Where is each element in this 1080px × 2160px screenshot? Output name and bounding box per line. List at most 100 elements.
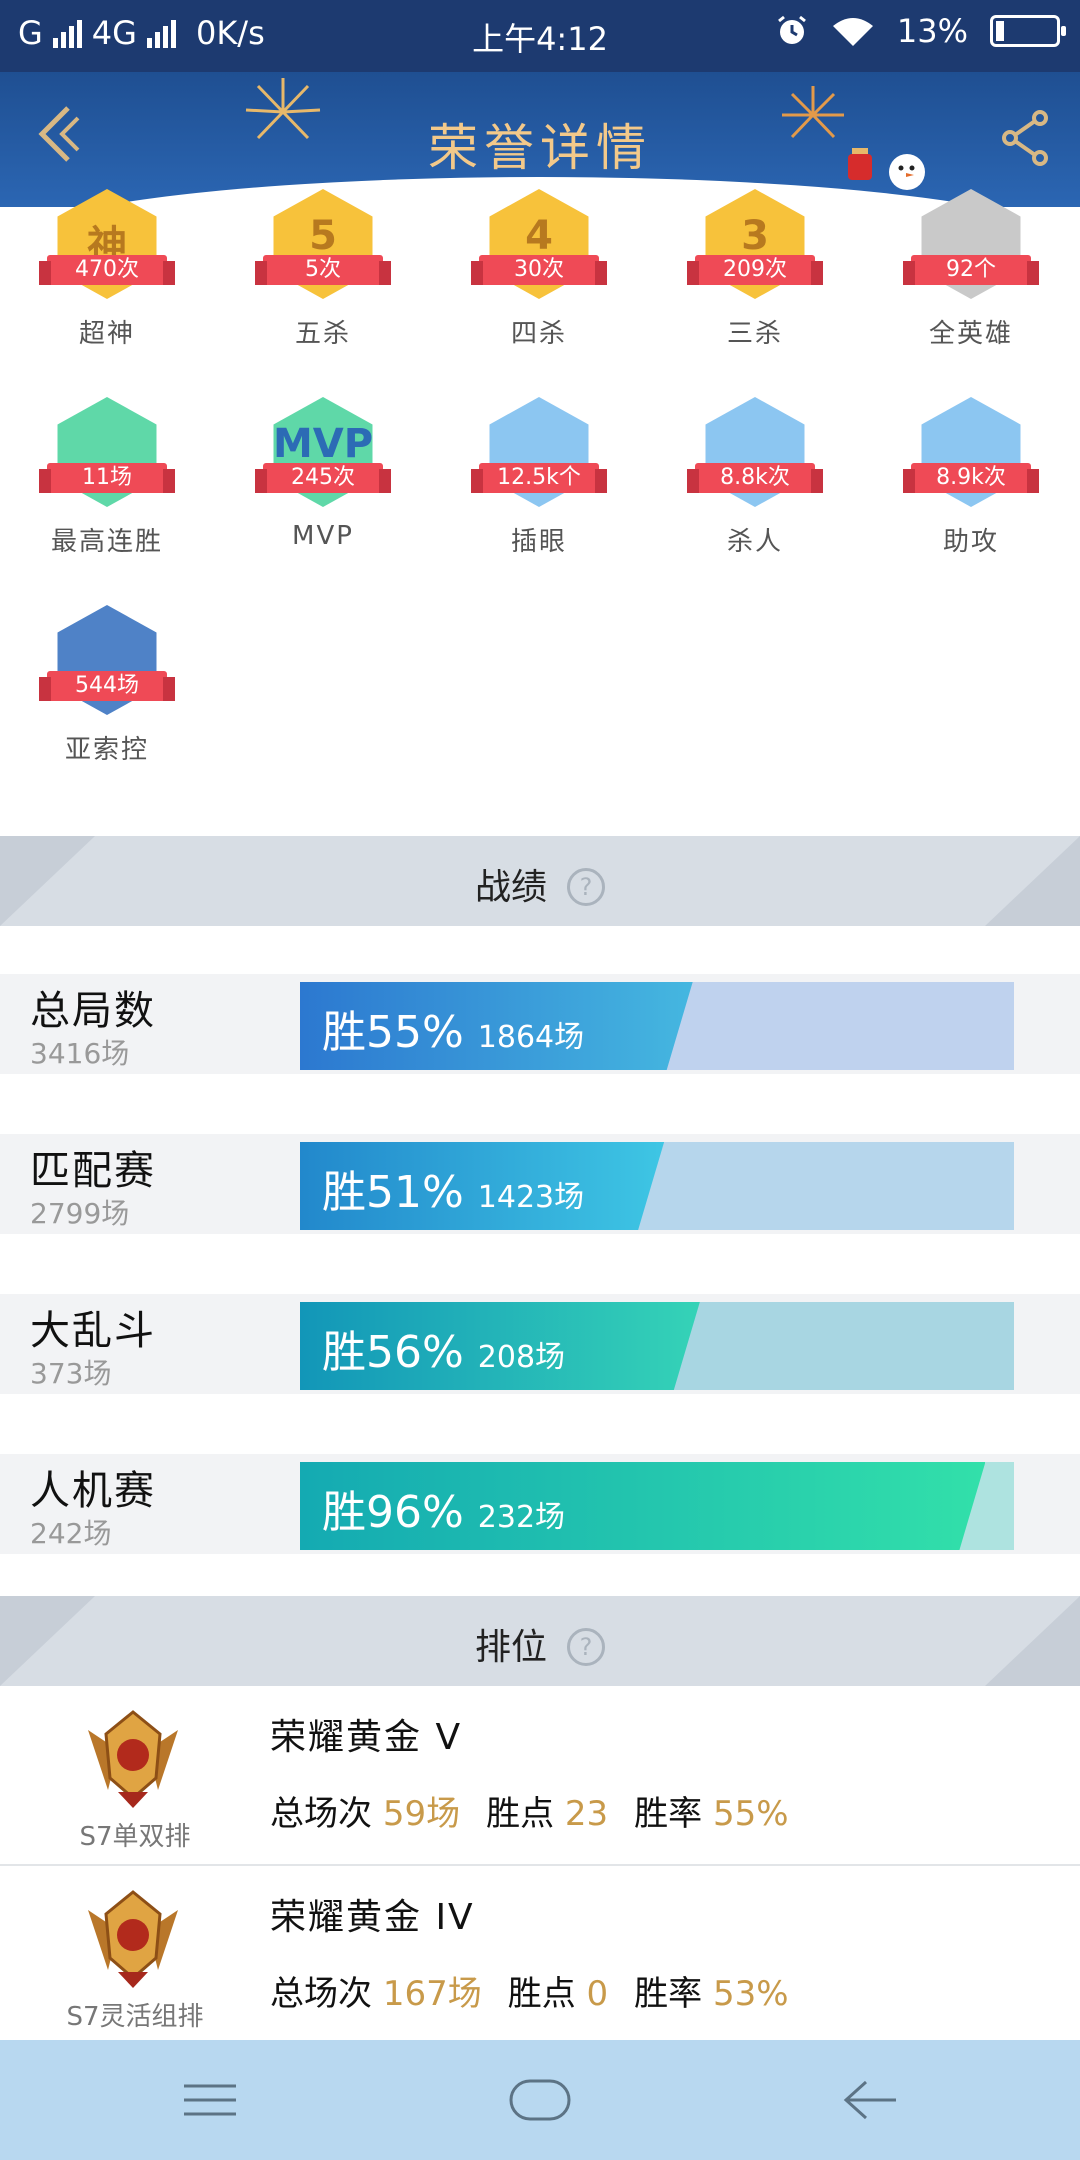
points-value: 0: [586, 1974, 609, 2014]
rank-tier: 荣耀黄金 V: [270, 1717, 463, 1758]
honor-item[interactable]: 5 5次五杀: [238, 189, 408, 350]
help-icon[interactable]: ?: [567, 868, 605, 906]
honor-count: 12.5k个: [471, 463, 607, 493]
rank-section-header: 排位?: [0, 1596, 1080, 1686]
win-rate: 胜55%: [322, 1007, 464, 1058]
honor-label: 五杀: [294, 319, 351, 349]
snowman-decoration: [889, 154, 925, 190]
status-bar: G 4G 0K/s 上午4:12 13%: [0, 0, 1080, 72]
honor-label: MVP: [292, 521, 354, 551]
record-total: 2799场: [30, 1197, 130, 1230]
honor-count: 92个: [903, 255, 1039, 285]
honor-item[interactable]: 4 30次四杀: [454, 189, 624, 350]
win-rate: 胜96%: [322, 1487, 464, 1538]
record-name: 总局数: [30, 988, 156, 1034]
home-icon: [509, 2079, 571, 2121]
rank-row[interactable]: S7灵活组排 荣耀黄金 IV 总场次 167场 胜点 0 胜率 53%: [0, 1864, 1080, 2042]
record-total: 373场: [30, 1357, 112, 1390]
points-value: 23: [564, 1794, 609, 1834]
honor-item[interactable]: 544场亚索控: [22, 605, 192, 766]
win-rate-bar: 胜56% 208场: [300, 1302, 1014, 1390]
honor-glyph: 4: [525, 213, 553, 259]
games-label: 总场次: [270, 1794, 372, 1834]
games-value: 167场: [382, 1974, 482, 2014]
lantern-decoration: [848, 148, 872, 180]
games-value: 59场: [382, 1794, 461, 1834]
back-icon: [843, 2080, 896, 2120]
app-header: 荣誉详情: [0, 72, 1080, 207]
gold-rank-emblem-icon: [88, 1710, 178, 1808]
points-label: 胜点: [507, 1974, 576, 2014]
honor-item[interactable]: 3 209次三杀: [670, 189, 840, 350]
honor-item[interactable]: 92个全英雄: [886, 189, 1056, 350]
rank-season: S7单双排: [79, 1822, 191, 1852]
record-row[interactable]: 大乱斗 373场 胜56% 208场: [0, 1294, 1080, 1394]
alarm-icon: [777, 15, 806, 44]
menu-button[interactable]: [160, 2070, 260, 2130]
record-section-header: 战绩?: [0, 836, 1080, 926]
rank-tier: 荣耀黄金 IV: [270, 1897, 475, 1938]
battery-percent: 13%: [896, 12, 968, 50]
honor-label: 杀人: [726, 527, 783, 557]
honor-count: 470次: [39, 255, 175, 285]
record-name: 匹配赛: [30, 1148, 156, 1194]
honor-label: 助攻: [942, 527, 999, 557]
honor-badge-icon: 4 30次: [471, 189, 607, 299]
honor-glyph: 5: [309, 213, 337, 259]
win-rate-bar: 胜51% 1423场: [300, 1142, 1014, 1230]
win-games: 1864场: [477, 1020, 585, 1055]
back-nav-button[interactable]: [820, 2070, 920, 2130]
gold-rank-emblem-icon: [88, 1890, 178, 1988]
honor-count: 30次: [471, 255, 607, 285]
honor-badge-icon: 92个: [903, 189, 1039, 299]
honor-count: 8.9k次: [903, 463, 1039, 493]
win-games: 232场: [477, 1500, 566, 1535]
honor-label: 最高连胜: [50, 527, 163, 557]
record-name: 人机赛: [30, 1468, 156, 1514]
menu-icon: [184, 2084, 236, 2116]
rate-value: 53%: [712, 1974, 789, 2014]
honor-glyph: MVP: [272, 421, 374, 467]
home-button[interactable]: [490, 2070, 590, 2130]
record-row[interactable]: 匹配赛 2799场 胜51% 1423场: [0, 1134, 1080, 1234]
honor-badge-icon: 5 5次: [255, 189, 391, 299]
rate-label: 胜率: [634, 1974, 703, 2014]
honor-badge-icon: 8.8k次: [687, 397, 823, 507]
honor-label: 全英雄: [928, 319, 1013, 349]
rate-value: 55%: [712, 1794, 789, 1834]
wifi-icon: [832, 18, 873, 46]
honor-item[interactable]: 神 470次 超神: [22, 189, 192, 350]
honor-item[interactable]: MVP 245次 MVP: [238, 397, 408, 551]
clock: 上午4:12: [472, 20, 608, 58]
honor-label: 三杀: [726, 319, 783, 349]
section-title: 排位: [474, 1627, 547, 1668]
honor-item[interactable]: 12.5k个 插眼: [454, 397, 624, 558]
honor-item[interactable]: 8.8k次杀人: [670, 397, 840, 558]
record-row[interactable]: 人机赛 242场 胜96% 232场: [0, 1454, 1080, 1554]
share-icon: [1002, 110, 1048, 166]
honors-grid: 神 470次 超神 5 5次 五杀 4 30次 四杀 3 209次 三杀 92个 全英雄 11场 最高连胜 MV…: [0, 189, 1080, 837]
record-name: 大乱斗: [30, 1308, 156, 1354]
win-rate: 胜51%: [322, 1167, 464, 1218]
honor-count: 245次: [255, 463, 391, 493]
help-icon[interactable]: ?: [567, 1628, 605, 1666]
record-row[interactable]: 总局数 3416场 胜55% 1864场: [0, 974, 1080, 1074]
honor-badge-icon: 11场: [39, 397, 175, 507]
rank-season: S7灵活组排: [66, 2002, 204, 2032]
points-label: 胜点: [486, 1794, 555, 1834]
games-label: 总场次: [270, 1974, 372, 2014]
honor-item[interactable]: 11场最高连胜: [22, 397, 192, 558]
win-rate-bar: 胜96% 232场: [300, 1462, 1014, 1550]
rank-row[interactable]: S7单双排 荣耀黄金 V 总场次 59场 胜点 23 胜率 55%: [0, 1686, 1080, 1864]
honor-badge-icon: 8.9k次: [903, 397, 1039, 507]
honor-badge-icon: 3 209次: [687, 189, 823, 299]
win-rate-bar: 胜55% 1864场: [300, 982, 1014, 1070]
honor-count: 209次: [687, 255, 823, 285]
honor-label: 亚索控: [64, 735, 149, 765]
honor-count: 544场: [39, 671, 175, 701]
honor-label: 超神: [78, 319, 135, 349]
honor-label: 四杀: [510, 319, 567, 349]
share-button[interactable]: [1000, 108, 1050, 168]
battery-icon: [990, 15, 1066, 47]
honor-item[interactable]: 8.9k次助攻: [886, 397, 1056, 558]
